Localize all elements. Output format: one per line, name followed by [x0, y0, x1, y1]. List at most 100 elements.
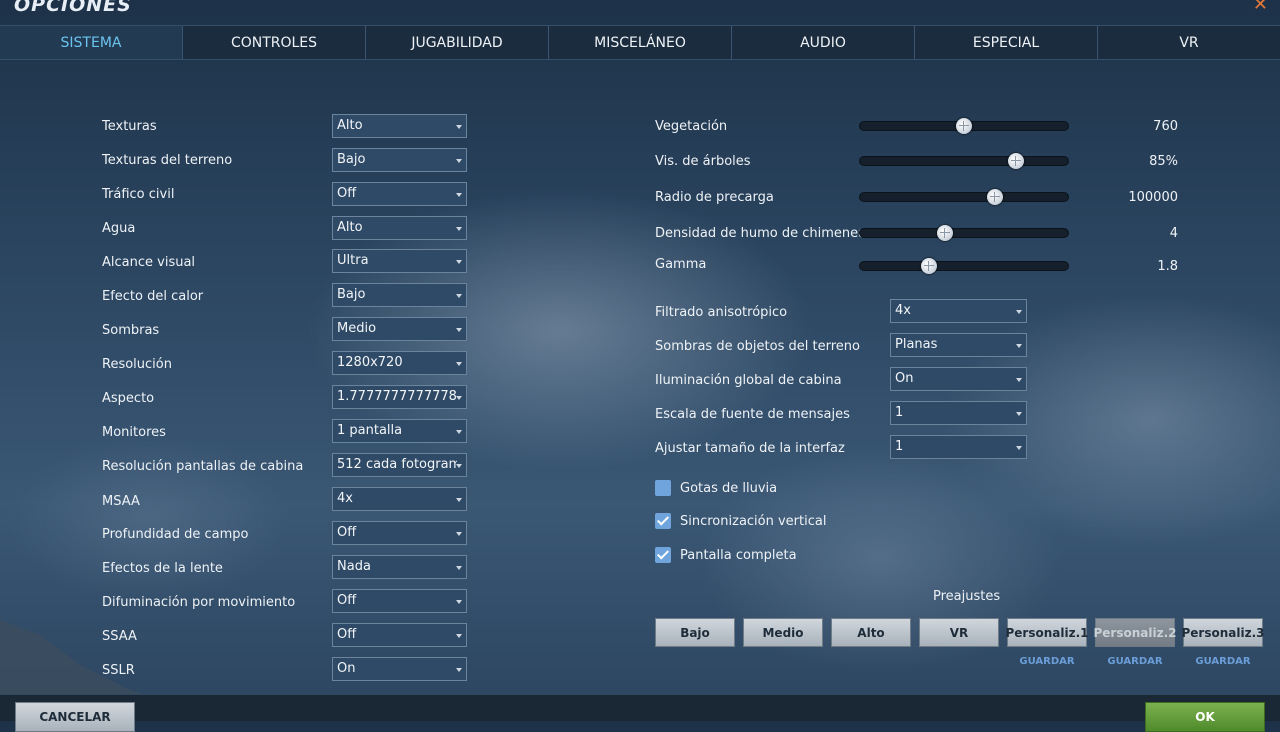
filtrado-anisotropico-dropdown[interactable]: 4x [890, 299, 1027, 323]
sombras-dropdown[interactable]: Medio [332, 317, 467, 341]
dropdown-value: 1280x720 [337, 355, 403, 370]
texturas-dropdown[interactable]: Alto [332, 114, 467, 138]
setting-label: Resolución [102, 357, 172, 372]
tab-especial[interactable]: ESPECIAL [915, 26, 1098, 59]
tab-jugabilidad[interactable]: JUGABILIDAD [366, 26, 549, 59]
escala-fuente-dropdown[interactable]: 1 [890, 401, 1027, 425]
slider-thumb[interactable] [921, 258, 937, 274]
chevron-down-icon [1016, 446, 1022, 450]
setting-label: Sombras [102, 323, 160, 338]
slider-label: Vegetación [655, 119, 728, 134]
preset-bajo-button[interactable]: Bajo [655, 618, 735, 647]
dropdown-value: 4x [337, 491, 353, 506]
trafico-civil-dropdown[interactable]: Off [332, 182, 467, 206]
preset-vr-button[interactable]: VR [919, 618, 999, 647]
window-title: OPCIONES [14, 0, 132, 16]
checkbox-label: Sincronización vertical [680, 514, 827, 529]
resolucion-dropdown[interactable]: 1280x720 [332, 351, 467, 375]
agua-dropdown[interactable]: Alto [332, 216, 467, 240]
difuminacion-dropdown[interactable]: Off [332, 589, 467, 613]
slider-label: Radio de precarga [655, 190, 774, 205]
sincronizacion-vertical-checkbox[interactable] [655, 513, 671, 529]
tamano-interfaz-dropdown[interactable]: 1 [890, 435, 1027, 459]
title-bar: OPCIONES ✕ [0, 0, 1280, 25]
setting-label: SSLR [102, 663, 135, 678]
dropdown-value: Off [337, 593, 357, 608]
tab-sistema[interactable]: SISTEMA [0, 26, 183, 59]
preset-personaliz1-button[interactable]: Personaliz.1 [1006, 618, 1089, 647]
msaa-dropdown[interactable]: 4x [332, 487, 467, 511]
dropdown-value: Off [337, 627, 357, 642]
tab-controles[interactable]: CONTROLES [183, 26, 366, 59]
preset-alto-button[interactable]: Alto [831, 618, 911, 647]
preset-personaliz3-button[interactable]: Personaliz.3 [1182, 618, 1265, 647]
checkbox-label: Gotas de lluvia [680, 481, 778, 496]
setting-label: Alcance visual [102, 255, 196, 270]
aspecto-dropdown[interactable]: 1.7777777777778 [332, 385, 467, 409]
close-icon[interactable]: ✕ [1253, 0, 1268, 15]
setting-label: Resolución pantallas de cabina [102, 459, 304, 474]
profundidad-campo-dropdown[interactable]: Off [332, 521, 467, 545]
radio-precarga-slider[interactable] [859, 189, 1069, 205]
preset-medio-button[interactable]: Medio [743, 618, 823, 647]
setting-label: Sombras de objetos del terreno [655, 339, 860, 354]
setting-label: Iluminación global de cabina [655, 373, 842, 388]
setting-label: Profundidad de campo [102, 527, 249, 542]
gotas-lluvia-checkbox[interactable] [655, 480, 671, 496]
slider-thumb[interactable] [956, 118, 972, 134]
save-preset2-link[interactable]: GUARDAR [1095, 656, 1175, 667]
monitores-dropdown[interactable]: 1 pantalla [332, 419, 467, 443]
dropdown-value: Alto [337, 220, 363, 235]
slider-thumb[interactable] [937, 225, 953, 241]
texturas-terreno-dropdown[interactable]: Bajo [332, 148, 467, 172]
chevron-down-icon [1016, 412, 1022, 416]
slider-label: Vis. de árboles [655, 154, 751, 169]
save-preset1-link[interactable]: GUARDAR [1007, 656, 1087, 667]
chevron-down-icon [456, 227, 462, 231]
alcance-visual-dropdown[interactable]: Ultra [332, 249, 467, 273]
resolucion-cabina-dropdown[interactable]: 512 cada fotograma [332, 453, 467, 477]
setting-label: MSAA [102, 494, 140, 509]
slider-value: 4 [1169, 226, 1178, 241]
cancel-button[interactable]: CANCELAR [15, 702, 135, 732]
presets-title: Preajustes [933, 589, 1001, 604]
slider-thumb[interactable] [1008, 153, 1024, 169]
setting-label: Difuminación por movimiento [102, 595, 296, 610]
tab-bar: SISTEMA CONTROLES JUGABILIDAD MISCELÁNEO… [0, 25, 1280, 60]
dropdown-value: 512 cada fotograma [337, 457, 457, 472]
chevron-down-icon [1016, 378, 1022, 382]
save-preset3-link[interactable]: GUARDAR [1183, 656, 1263, 667]
tab-vr[interactable]: VR [1098, 26, 1280, 59]
chevron-down-icon [456, 668, 462, 672]
dropdown-value: On [895, 371, 914, 386]
tab-miscelaneo[interactable]: MISCELÁNEO [549, 26, 732, 59]
ok-button[interactable]: OK [1145, 702, 1265, 732]
dropdown-value: 1 pantalla [337, 423, 403, 438]
setting-label: SSAA [102, 629, 137, 644]
tab-audio[interactable]: AUDIO [732, 26, 915, 59]
slider-thumb[interactable] [987, 189, 1003, 205]
efecto-calor-dropdown[interactable]: Bajo [332, 283, 467, 307]
vis-arboles-slider[interactable] [859, 153, 1069, 169]
chevron-down-icon [456, 566, 462, 570]
preset-personaliz2-button[interactable]: Personaliz.2 [1094, 618, 1177, 647]
gamma-slider[interactable] [859, 258, 1069, 274]
setting-label: Tráfico civil [102, 187, 175, 202]
setting-label: Texturas del terreno [102, 153, 233, 168]
efectos-lente-dropdown[interactable]: Nada [332, 555, 467, 579]
slider-value: 100000 [1128, 190, 1178, 205]
vegetacion-slider[interactable] [859, 118, 1069, 134]
dropdown-value: Bajo [337, 287, 366, 302]
sslr-dropdown[interactable]: On [332, 657, 467, 681]
dropdown-value: Bajo [337, 152, 366, 167]
slider-value: 85% [1149, 154, 1178, 169]
dropdown-value: Off [337, 525, 357, 540]
chevron-down-icon [1016, 344, 1022, 348]
dropdown-value: Nada [337, 559, 371, 574]
iluminacion-cabina-dropdown[interactable]: On [890, 367, 1027, 391]
humo-chimenea-slider[interactable] [859, 225, 1069, 241]
ssaa-dropdown[interactable]: Off [332, 623, 467, 647]
sombras-objetos-dropdown[interactable]: Planas [890, 333, 1027, 357]
pantalla-completa-checkbox[interactable] [655, 547, 671, 563]
chevron-down-icon [456, 193, 462, 197]
